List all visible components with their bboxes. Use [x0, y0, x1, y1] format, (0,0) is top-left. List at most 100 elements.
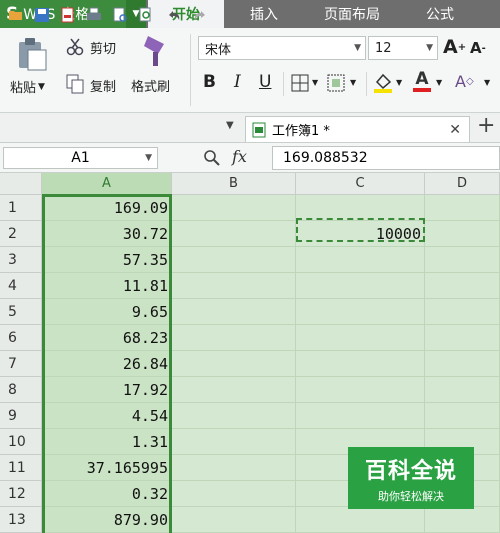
paste-icon[interactable] — [14, 36, 48, 72]
tab-insert[interactable]: 插入 — [228, 0, 300, 28]
cell-d[interactable] — [425, 299, 500, 325]
chevron-down-icon[interactable]: ▼ — [484, 78, 490, 87]
font-color-button[interactable]: A — [413, 69, 431, 92]
row-header[interactable]: 5 — [0, 299, 42, 325]
cell-c[interactable] — [296, 507, 425, 533]
tab-home[interactable]: 开始 — [148, 0, 224, 28]
row-header[interactable]: 4 — [0, 273, 42, 299]
row-header[interactable]: 3 — [0, 247, 42, 273]
cell-d[interactable] — [425, 377, 500, 403]
cell-a[interactable]: 37.165995 — [42, 455, 172, 481]
row-header[interactable]: 10 — [0, 429, 42, 455]
chevron-down-icon[interactable]: ▼ — [436, 78, 442, 87]
cell-b[interactable] — [172, 221, 296, 247]
undo-icon[interactable] — [166, 7, 182, 23]
cell-b[interactable] — [172, 507, 296, 533]
cell-a[interactable]: 0.32 — [42, 481, 172, 507]
cell-d[interactable] — [425, 195, 500, 221]
paste-button[interactable]: 粘贴 ▼ — [10, 77, 45, 96]
row-header[interactable]: 2 — [0, 221, 42, 247]
cell-a[interactable]: 26.84 — [42, 351, 172, 377]
cell-b[interactable] — [172, 325, 296, 351]
row-header[interactable]: 13 — [0, 507, 42, 533]
zoom-icon[interactable] — [203, 149, 221, 167]
cell-a[interactable]: 11.81 — [42, 273, 172, 299]
tab-formulas[interactable]: 公式 — [405, 0, 475, 28]
row-header[interactable]: 1 — [0, 195, 42, 221]
column-header-a[interactable]: A — [42, 173, 172, 195]
zoom-preview-icon[interactable] — [138, 7, 154, 23]
row-header[interactable]: 9 — [0, 403, 42, 429]
cell-b[interactable] — [172, 429, 296, 455]
cell-a[interactable]: 9.65 — [42, 299, 172, 325]
formula-input[interactable]: 169.088532 — [272, 146, 500, 170]
chevron-down-icon[interactable]: ▼ — [396, 78, 402, 87]
cell-c[interactable] — [296, 273, 425, 299]
fill-color-icon[interactable] — [373, 72, 393, 94]
cell-a[interactable]: 4.54 — [42, 403, 172, 429]
cut-button[interactable]: 剪切 — [90, 38, 116, 57]
copy-button[interactable]: 复制 — [90, 76, 116, 95]
name-box[interactable]: A1 ▼ — [3, 147, 158, 169]
export-pdf-icon[interactable] — [60, 7, 76, 23]
cell-d[interactable] — [425, 247, 500, 273]
tab-page-layout[interactable]: 页面布局 — [302, 0, 402, 28]
cell-a[interactable]: 30.72 — [42, 221, 172, 247]
merge-cells-icon[interactable] — [327, 74, 347, 92]
cell-b[interactable] — [172, 273, 296, 299]
row-header[interactable]: 8 — [0, 377, 42, 403]
cell-c[interactable] — [296, 377, 425, 403]
cell-b[interactable] — [172, 247, 296, 273]
save-icon[interactable] — [34, 7, 50, 23]
cell-b[interactable] — [172, 403, 296, 429]
column-header-c[interactable]: C — [296, 173, 425, 195]
clear-format-button[interactable]: A ◇ — [455, 72, 474, 91]
grow-font-button[interactable]: A + — [443, 36, 466, 58]
chevron-down-icon[interactable]: ▼ — [312, 78, 318, 87]
row-header[interactable]: 7 — [0, 351, 42, 377]
cell-a[interactable]: 17.92 — [42, 377, 172, 403]
column-header-b[interactable]: B — [172, 173, 296, 195]
cell-b[interactable] — [172, 455, 296, 481]
select-all-corner[interactable] — [0, 173, 42, 195]
row-header[interactable]: 11 — [0, 455, 42, 481]
cell-b[interactable] — [172, 351, 296, 377]
open-folder-icon[interactable] — [8, 7, 24, 23]
cell-a[interactable]: 68.23 — [42, 325, 172, 351]
chevron-down-icon[interactable]: ▼ — [350, 78, 356, 87]
column-header-d[interactable]: D — [425, 173, 500, 195]
cell-c[interactable] — [296, 351, 425, 377]
font-size-select[interactable]: 12 ▼ — [368, 36, 438, 60]
cell-b[interactable] — [172, 481, 296, 507]
add-tab-icon[interactable]: + — [477, 113, 495, 138]
print-icon[interactable] — [86, 7, 102, 23]
cell-a[interactable]: 879.90 — [42, 507, 172, 533]
font-name-select[interactable]: 宋体 ▼ — [198, 36, 366, 60]
row-header[interactable]: 6 — [0, 325, 42, 351]
underline-button[interactable]: U — [259, 72, 271, 92]
cell-c[interactable] — [296, 247, 425, 273]
bold-button[interactable]: B — [203, 72, 216, 92]
cell-a[interactable]: 1.31 — [42, 429, 172, 455]
cell-d[interactable] — [425, 403, 500, 429]
cell-b[interactable] — [172, 299, 296, 325]
cell-b[interactable] — [172, 377, 296, 403]
redo-icon[interactable] — [192, 7, 208, 23]
cell-b[interactable] — [172, 195, 296, 221]
document-tab[interactable]: 工作簿1 * ✕ — [245, 116, 470, 142]
cell-c[interactable] — [296, 325, 425, 351]
cell-d[interactable] — [425, 507, 500, 533]
format-painter-icon[interactable] — [140, 34, 170, 68]
chevron-down-icon[interactable]: ▼ — [226, 120, 234, 131]
format-painter-button[interactable]: 格式刷 — [131, 76, 170, 95]
borders-icon[interactable] — [291, 74, 309, 92]
cell-d[interactable] — [425, 325, 500, 351]
cell-d[interactable] — [425, 221, 500, 247]
fx-button[interactable]: fx — [232, 147, 247, 166]
cell-c[interactable] — [296, 403, 425, 429]
cell-c[interactable] — [296, 299, 425, 325]
cell-d[interactable] — [425, 273, 500, 299]
cell-d[interactable] — [425, 351, 500, 377]
cell-a[interactable]: 169.09 — [42, 195, 172, 221]
row-header[interactable]: 12 — [0, 481, 42, 507]
